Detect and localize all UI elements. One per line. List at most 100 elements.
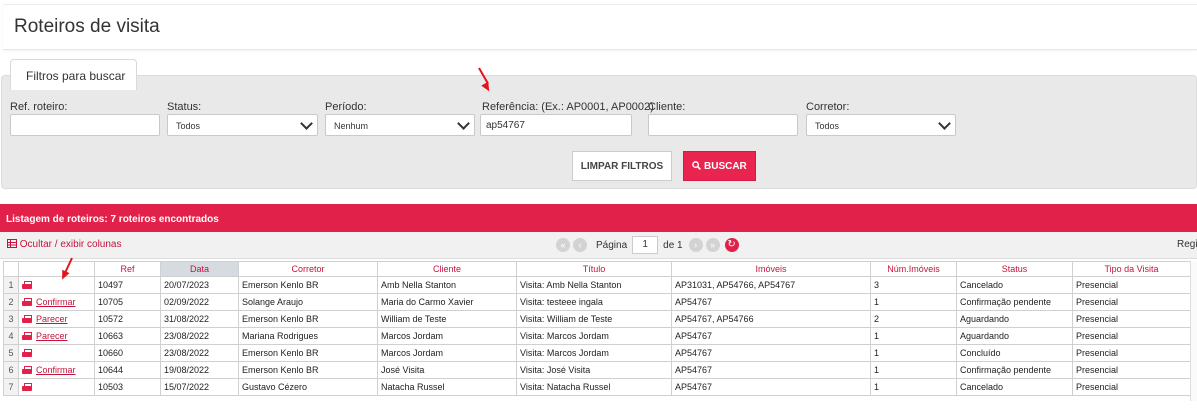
row-actions (18, 378, 95, 396)
row-number: 4 (3, 327, 19, 345)
row-actions: Parecer (18, 310, 95, 328)
status-cell: Aguardando (956, 310, 1073, 328)
corretor-cell: Emerson Kenlo BR (238, 276, 378, 294)
referencia-input[interactable]: ap54767 (480, 114, 632, 136)
titulo-cell: Visita: Natacha Russel (516, 378, 672, 396)
cliente-cell: Natacha Russel (377, 378, 517, 396)
table-row[interactable]: 5 10660 23/08/2022 Emerson Kenlo BR Marcos J… (3, 344, 1191, 362)
imoveis-cell: AP54767 (671, 378, 871, 396)
tipo-visita-cell: Presencial (1072, 310, 1191, 328)
chevron-down-icon (300, 117, 313, 130)
column-header-actions (18, 261, 95, 277)
date-cell: 23/08/2022 (160, 344, 239, 362)
refresh-icon[interactable]: ↻ (724, 238, 739, 252)
num-imoveis-cell: 1 (870, 361, 957, 379)
printer-icon[interactable] (22, 281, 32, 290)
row-actions: Confirmar (18, 293, 95, 311)
parecer-link[interactable]: Parecer (36, 314, 68, 324)
corretor-cell: Emerson Kenlo BR (238, 344, 378, 362)
records-label: Regi (1177, 239, 1197, 250)
table-toolbar: Ocultar / exibir colunas « ‹ Página 1 de… (0, 232, 1197, 259)
date-cell: 20/07/2023 (160, 276, 239, 294)
imoveis-cell: AP54767, AP54766 (671, 310, 871, 328)
column-header-cliente[interactable]: Cliente (377, 261, 517, 277)
column-header-status[interactable]: Status (956, 261, 1073, 277)
pager: « ‹ Página 1 de 1 › » ↻ (556, 235, 739, 255)
roteiros-table: Ref Data Corretor Cliente Título Imóveis… (3, 261, 1191, 396)
confirm-link[interactable]: Confirmar (36, 365, 76, 375)
table-row[interactable]: 3 Parecer 10572 31/08/2022 Emerson Kenlo BR W… (3, 310, 1191, 328)
tipo-visita-cell: Presencial (1072, 276, 1191, 294)
ref-roteiro-label: Ref. roteiro: (10, 101, 68, 113)
corretor-cell: Emerson Kenlo BR (238, 310, 378, 328)
search-button-label: BUSCAR (704, 161, 747, 172)
row-number: 3 (3, 310, 19, 328)
printer-icon[interactable] (22, 332, 32, 341)
column-header-num-imoveis[interactable]: Núm.Imóveis (870, 261, 957, 277)
page-label: Página (596, 239, 628, 251)
imoveis-cell: AP54767 (671, 344, 871, 362)
prev-page-icon[interactable]: ‹ (573, 238, 587, 252)
status-select[interactable]: Todos (167, 114, 318, 136)
row-actions (18, 276, 95, 294)
titulo-cell: Visita: William de Teste (516, 310, 672, 328)
date-cell: 15/07/2022 (160, 378, 239, 396)
search-button[interactable]: BUSCAR (683, 151, 756, 181)
table-header-row: Ref Data Corretor Cliente Título Imóveis… (3, 261, 1191, 277)
row-number: 5 (3, 344, 19, 362)
cliente-input[interactable] (648, 114, 798, 136)
column-header-imoveis[interactable]: Imóveis (671, 261, 871, 277)
clear-filters-button[interactable]: LIMPAR FILTROS (572, 151, 672, 181)
printer-icon[interactable] (22, 315, 32, 324)
table-row[interactable]: 1 10497 20/07/2023 Emerson Kenlo BR Amb Nell… (3, 276, 1191, 294)
referencia-label: Referência: (Ex.: AP0001, AP0002) (482, 101, 654, 113)
row-actions: Confirmar (18, 361, 95, 379)
next-page-icon[interactable]: › (688, 238, 703, 252)
corretor-cell: Mariana Rodrigues (238, 327, 378, 345)
table-row[interactable]: 4 Parecer 10663 23/08/2022 Mariana Rodrigues… (3, 327, 1191, 345)
page-title: Roteiros de visita (14, 16, 160, 37)
periodo-select[interactable]: Nenhum (325, 114, 475, 136)
table-row[interactable]: 6 Confirmar 10644 19/08/2022 Emerson Kenlo B… (3, 361, 1191, 379)
confirm-link[interactable]: Confirmar (36, 297, 76, 307)
date-cell: 23/08/2022 (160, 327, 239, 345)
titulo-cell: Visita: Marcos Jordam (516, 344, 672, 362)
table-row[interactable]: 7 10503 15/07/2022 Gustavo Cézero Natacha Ru… (3, 378, 1191, 396)
tab-filters-label: Filtros para buscar (26, 69, 126, 83)
ref-roteiro-input[interactable] (10, 114, 160, 136)
titulo-cell: Visita: Amb Nella Stanton (516, 276, 672, 294)
column-header-rownum (3, 261, 19, 277)
tipo-visita-cell: Presencial (1072, 327, 1191, 345)
status-cell: Concluído (956, 344, 1073, 362)
tab-filters[interactable]: Filtros para buscar (10, 59, 137, 90)
column-header-corretor[interactable]: Corretor (238, 261, 378, 277)
toggle-columns-link[interactable]: Ocultar / exibir colunas (7, 239, 122, 250)
column-header-tipo-visita[interactable]: Tipo da Visita (1072, 261, 1191, 277)
first-page-icon[interactable]: « (556, 238, 570, 252)
printer-icon[interactable] (22, 298, 32, 307)
date-cell: 02/09/2022 (160, 293, 239, 311)
column-header-ref[interactable]: Ref (94, 261, 161, 277)
printer-icon[interactable] (22, 366, 32, 375)
corretor-cell: Solange Araujo (238, 293, 378, 311)
cliente-cell: Marcos Jordam (377, 344, 517, 362)
date-cell: 19/08/2022 (160, 361, 239, 379)
table-row[interactable]: 2 Confirmar 10705 02/09/2022 Solange Araujo M… (3, 293, 1191, 311)
table-icon (7, 239, 17, 248)
page-input[interactable]: 1 (632, 236, 659, 254)
last-page-icon[interactable]: » (705, 238, 720, 252)
listing-header: Listagem de roteiros: 7 roteiros encontr… (0, 204, 1197, 232)
cliente-label: Cliente: (648, 101, 686, 113)
date-cell: 31/08/2022 (160, 310, 239, 328)
cliente-cell: Maria do Carmo Xavier (377, 293, 517, 311)
tipo-visita-cell: Presencial (1072, 344, 1191, 362)
printer-icon[interactable] (22, 349, 32, 358)
ref-cell: 10503 (94, 378, 161, 396)
column-header-data[interactable]: Data (160, 261, 239, 277)
corretor-select[interactable]: Todos (806, 114, 956, 136)
row-number: 7 (3, 378, 19, 396)
printer-icon[interactable] (22, 383, 32, 392)
column-header-titulo[interactable]: Título (516, 261, 672, 277)
num-imoveis-cell: 1 (870, 293, 957, 311)
parecer-link[interactable]: Parecer (36, 331, 68, 341)
